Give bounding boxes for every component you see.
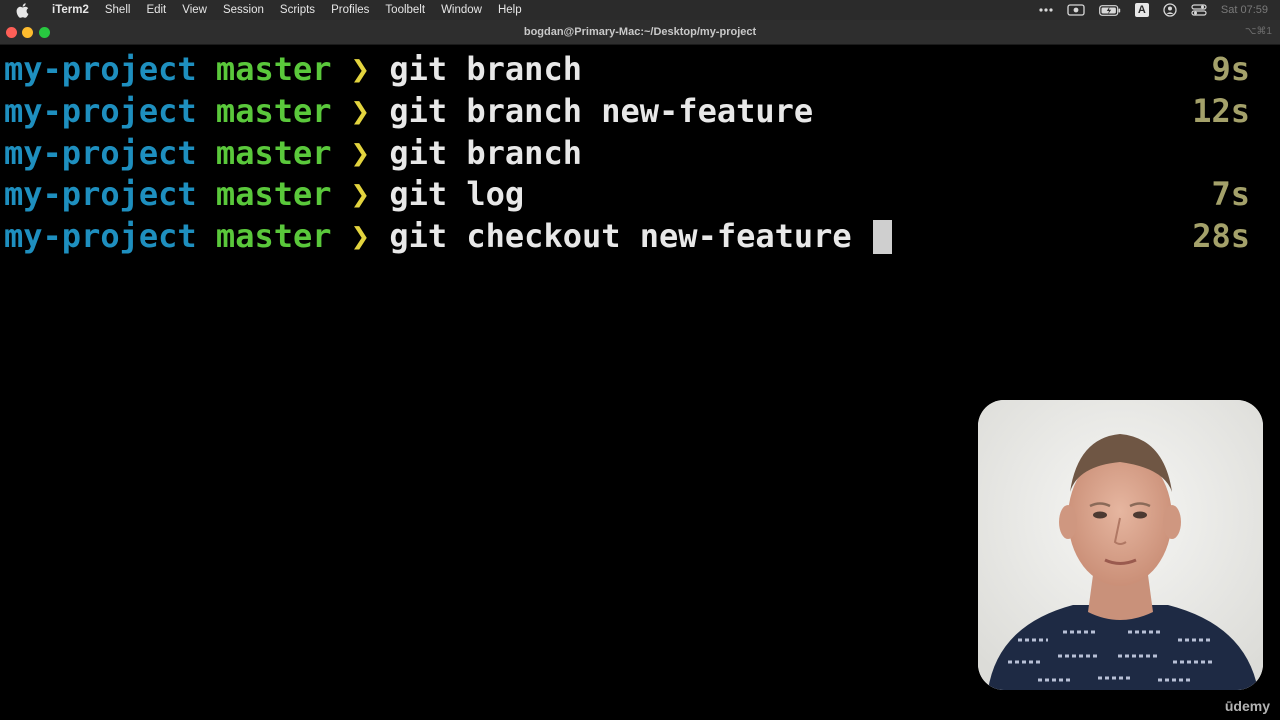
command-duration: 12s (1192, 92, 1250, 130)
terminal-line-current[interactable]: my-project master ❯ git checkout new-fea… (4, 215, 1250, 257)
command-duration: 7s (1211, 175, 1250, 213)
menu-view[interactable]: View (174, 0, 215, 20)
input-source-icon[interactable]: A (1134, 3, 1149, 17)
menu-scripts[interactable]: Scripts (272, 0, 323, 20)
prompt-directory: my-project (4, 175, 197, 213)
prompt-arrow: ❯ (350, 92, 371, 130)
control-center-icon[interactable] (1191, 0, 1207, 20)
webcam-overlay (978, 400, 1263, 690)
terminal-line: my-project master ❯ git branch 9s (4, 48, 1250, 90)
command-text: git branch (389, 50, 582, 88)
udemy-watermark: ūdemy (1224, 698, 1270, 714)
window-title: bogdan@Primary-Mac:~/Desktop/my-project (523, 26, 757, 38)
menu-profiles[interactable]: Profiles (323, 0, 377, 20)
prompt-branch: master (215, 134, 332, 172)
prompt-directory: my-project (4, 217, 197, 255)
prompt-arrow: ❯ (350, 50, 371, 88)
prompt-arrow: ❯ (350, 217, 371, 255)
prompt-arrow: ❯ (350, 134, 371, 172)
prompt-branch: master (215, 92, 332, 130)
command-duration: 9s (1211, 50, 1250, 88)
menu-clock[interactable]: Sat 07:59 (1221, 0, 1268, 20)
command-text: git branch (389, 134, 582, 172)
apple-logo-icon[interactable] (16, 2, 32, 18)
menu-toolbelt[interactable]: Toolbelt (377, 0, 433, 20)
prompt-arrow: ❯ (350, 175, 371, 213)
menu-help[interactable]: Help (490, 0, 530, 20)
menu-bar: iTerm2 Shell Edit View Session Scripts P… (0, 0, 1280, 20)
prompt-branch: master (215, 217, 332, 255)
menu-app-iterm2[interactable]: iTerm2 (44, 0, 97, 20)
more-icon[interactable] (1039, 0, 1053, 20)
terminal-line: my-project master ❯ git branch (4, 132, 1250, 174)
prompt-branch: master (215, 50, 332, 88)
command-text: git branch new-feature (389, 92, 814, 130)
command-text: git log (389, 175, 525, 213)
text-cursor (872, 220, 892, 254)
prompt-branch: master (215, 175, 332, 213)
command-duration: 28s (1192, 217, 1250, 255)
user-account-icon[interactable] (1163, 0, 1177, 20)
command-input[interactable]: git checkout new-feature (389, 217, 871, 255)
screen-record-icon[interactable] (1067, 0, 1085, 20)
menu-shell[interactable]: Shell (97, 0, 139, 20)
menu-edit[interactable]: Edit (138, 0, 174, 20)
prompt-directory: my-project (4, 92, 197, 130)
menu-session[interactable]: Session (215, 0, 272, 20)
battery-icon[interactable] (1099, 0, 1121, 20)
menu-window[interactable]: Window (433, 0, 490, 20)
presenter-video-image (978, 400, 1263, 690)
terminal-line: my-project master ❯ git log 7s (4, 173, 1250, 215)
prompt-directory: my-project (4, 134, 197, 172)
prompt-directory: my-project (4, 50, 197, 88)
window-shortcut: ⌥⌘1 (1244, 26, 1272, 37)
window-title-bar[interactable]: bogdan@Primary-Mac:~/Desktop/my-project … (0, 20, 1280, 45)
terminal-line: my-project master ❯ git branch new-featu… (4, 90, 1250, 132)
